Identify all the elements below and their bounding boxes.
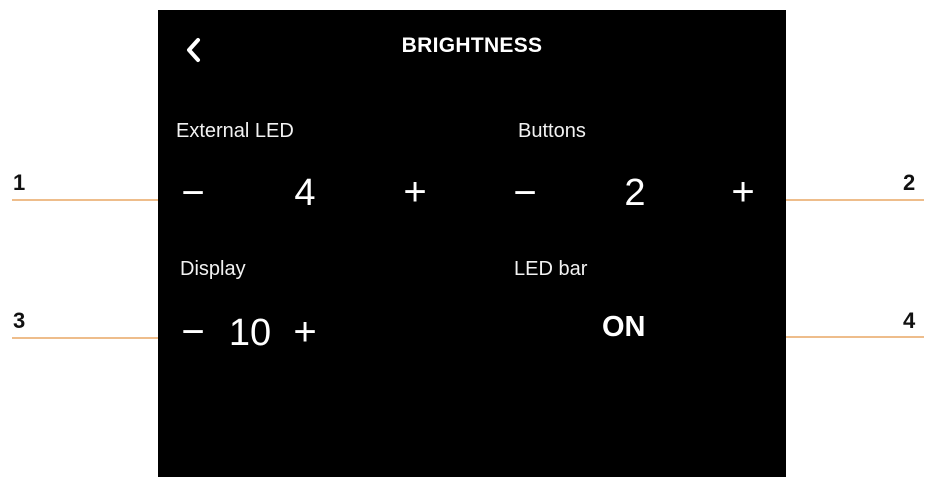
display-label: Display xyxy=(180,258,246,280)
display-plus-button[interactable]: + xyxy=(288,312,322,352)
callout-2: 2 xyxy=(903,170,916,195)
external-led-minus-button[interactable]: − xyxy=(176,173,210,213)
external-led-plus-button[interactable]: + xyxy=(398,172,432,212)
brightness-screen: BRIGHTNESS External LED − 4 + Buttons − … xyxy=(158,10,786,477)
page-title: BRIGHTNESS xyxy=(401,34,543,57)
external-led-label: External LED xyxy=(176,120,294,142)
buttons-value: 2 xyxy=(624,172,646,214)
display-minus-button[interactable]: − xyxy=(178,312,208,352)
buttons-plus-button[interactable]: + xyxy=(726,172,760,212)
external-led-value: 4 xyxy=(294,172,316,214)
callout-1: 1 xyxy=(13,170,26,195)
led-bar-label: LED bar xyxy=(514,258,588,280)
buttons-label: Buttons xyxy=(518,120,586,142)
led-bar-toggle[interactable]: ON xyxy=(602,313,646,342)
callout-4: 4 xyxy=(903,308,916,333)
callout-3: 3 xyxy=(13,308,26,333)
buttons-minus-button[interactable]: − xyxy=(508,173,542,213)
display-value: 10 xyxy=(228,312,272,354)
